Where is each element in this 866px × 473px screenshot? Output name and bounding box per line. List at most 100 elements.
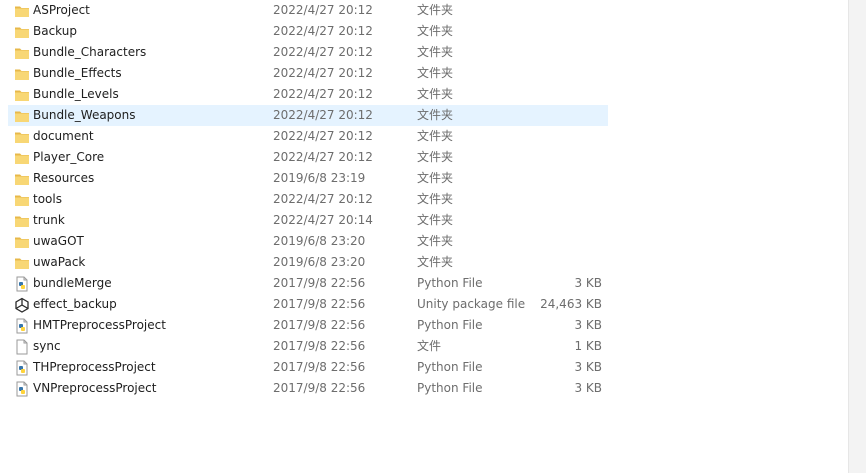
file-type: Unity package file — [417, 297, 526, 311]
file-date-modified: 2022/4/27 20:12 — [273, 129, 373, 143]
file-size: 24,463 KB — [540, 297, 602, 311]
file-name: Bundle_Characters — [33, 45, 147, 59]
file-type: 文件夹 — [417, 3, 454, 17]
python-file-icon — [14, 318, 30, 334]
file-size: 3 KB — [574, 360, 602, 374]
file-list: ASProject 2022/4/27 20:12 文件夹 Backup 2022/4/… — [8, 0, 608, 399]
file-row[interactable]: Bundle_Effects 2022/4/27 20:12 文件夹 — [8, 63, 608, 84]
file-type: 文件 — [417, 339, 442, 353]
file-date-modified: 2017/9/8 22:56 — [273, 318, 366, 332]
file-type: 文件夹 — [417, 45, 454, 59]
file-row[interactable]: trunk 2022/4/27 20:14 文件夹 — [8, 210, 608, 231]
file-row[interactable]: Bundle_Characters 2022/4/27 20:12 文件夹 — [8, 42, 608, 63]
file-date-modified: 2022/4/27 20:12 — [273, 66, 373, 80]
folder-icon — [14, 213, 30, 229]
file-type: 文件夹 — [417, 108, 454, 122]
file-type: 文件夹 — [417, 66, 454, 80]
file-size: 3 KB — [574, 381, 602, 395]
folder-icon — [14, 24, 30, 40]
file-row[interactable]: VNPreprocessProject 2017/9/8 22:56 Python … — [8, 378, 608, 399]
python-file-icon — [14, 381, 30, 397]
file-row[interactable]: HMTPreprocessProject 2017/9/8 22:56 Python… — [8, 315, 608, 336]
file-type: 文件夹 — [417, 255, 454, 269]
file-name: uwaPack — [33, 255, 86, 269]
file-name: uwaGOT — [33, 234, 84, 248]
file-type: 文件夹 — [417, 213, 454, 227]
file-date-modified: 2022/4/27 20:12 — [273, 3, 373, 17]
file-name: Bundle_Levels — [33, 87, 119, 101]
file-date-modified: 2022/4/27 20:12 — [273, 87, 373, 101]
file-name: THPreprocessProject — [33, 360, 156, 374]
file-name: document — [33, 129, 94, 143]
folder-icon — [14, 87, 30, 103]
file-row[interactable]: Player_Core 2022/4/27 20:12 文件夹 — [8, 147, 608, 168]
file-row[interactable]: uwaPack 2019/6/8 23:20 文件夹 — [8, 252, 608, 273]
file-date-modified: 2022/4/27 20:14 — [273, 213, 373, 227]
file-type: 文件夹 — [417, 87, 454, 101]
file-type: 文件夹 — [417, 129, 454, 143]
file-row[interactable]: sync 2017/9/8 22:56 文件 1 KB — [8, 336, 608, 357]
unity-icon — [14, 297, 30, 313]
file-name: Bundle_Effects — [33, 66, 122, 80]
folder-icon — [14, 255, 30, 271]
file-row[interactable]: Bundle_Levels 2022/4/27 20:12 文件夹 — [8, 84, 608, 105]
file-size: 3 KB — [574, 276, 602, 290]
file-date-modified: 2022/4/27 20:12 — [273, 45, 373, 59]
python-file-icon — [14, 276, 30, 292]
file-size: 1 KB — [574, 339, 602, 353]
file-row[interactable]: tools 2022/4/27 20:12 文件夹 — [8, 189, 608, 210]
python-file-icon — [14, 360, 30, 376]
file-size: 3 KB — [574, 318, 602, 332]
file-date-modified: 2017/9/8 22:56 — [273, 339, 366, 353]
file-type: 文件夹 — [417, 24, 454, 38]
file-date-modified: 2019/6/8 23:19 — [273, 171, 366, 185]
file-name: VNPreprocessProject — [33, 381, 157, 395]
file-name: HMTPreprocessProject — [33, 318, 166, 332]
folder-icon — [14, 3, 30, 19]
file-name: sync — [33, 339, 61, 353]
file-row[interactable]: document 2022/4/27 20:12 文件夹 — [8, 126, 608, 147]
file-row[interactable]: Resources 2019/6/8 23:19 文件夹 — [8, 168, 608, 189]
file-date-modified: 2022/4/27 20:12 — [273, 150, 373, 164]
folder-icon — [14, 150, 30, 166]
file-row[interactable]: THPreprocessProject 2017/9/8 22:56 Python … — [8, 357, 608, 378]
file-type: Python File — [417, 318, 483, 332]
file-type: 文件夹 — [417, 234, 454, 248]
file-date-modified: 2017/9/8 22:56 — [273, 381, 366, 395]
file-date-modified: 2022/4/27 20:12 — [273, 24, 373, 38]
file-date-modified: 2022/4/27 20:12 — [273, 192, 373, 206]
folder-icon — [14, 66, 30, 82]
file-type: 文件夹 — [417, 171, 454, 185]
file-row[interactable]: bundleMerge 2017/9/8 22:56 Python File 3 KB — [8, 273, 608, 294]
file-date-modified: 2017/9/8 22:56 — [273, 297, 366, 311]
file-name: trunk — [33, 213, 65, 227]
file-date-modified: 2019/6/8 23:20 — [273, 234, 366, 248]
window-edge — [848, 0, 866, 473]
file-row[interactable]: uwaGOT 2019/6/8 23:20 文件夹 — [8, 231, 608, 252]
file-name: Resources — [33, 171, 95, 185]
folder-icon — [14, 192, 30, 208]
file-name: bundleMerge — [33, 276, 112, 290]
file-type: Python File — [417, 381, 483, 395]
file-date-modified: 2022/4/27 20:12 — [273, 108, 373, 122]
file-name: ASProject — [33, 3, 90, 17]
file-name: Player_Core — [33, 150, 105, 164]
folder-icon — [14, 45, 30, 61]
file-type: Python File — [417, 360, 483, 374]
file-row[interactable]: effect_backup 2017/9/8 22:56 Unity package… — [8, 294, 608, 315]
folder-icon — [14, 108, 30, 124]
file-row[interactable]: ASProject 2022/4/27 20:12 文件夹 — [8, 0, 608, 21]
file-name: tools — [33, 192, 62, 206]
file-row[interactable]: Backup 2022/4/27 20:12 文件夹 — [8, 21, 608, 42]
file-list-pane: ASProject 2022/4/27 20:12 文件夹 Backup 2022/4/… — [0, 0, 848, 473]
file-date-modified: 2017/9/8 22:56 — [273, 276, 366, 290]
file-date-modified: 2017/9/8 22:56 — [273, 360, 366, 374]
folder-icon — [14, 234, 30, 250]
file-date-modified: 2019/6/8 23:20 — [273, 255, 366, 269]
file-type: 文件夹 — [417, 150, 454, 164]
file-type: Python File — [417, 276, 483, 290]
file-type: 文件夹 — [417, 192, 454, 206]
file-name: Bundle_Weapons — [33, 108, 136, 122]
file-row[interactable]: Bundle_Weapons 2022/4/27 20:12 文件夹 — [8, 105, 608, 126]
blank-file-icon — [14, 339, 30, 355]
